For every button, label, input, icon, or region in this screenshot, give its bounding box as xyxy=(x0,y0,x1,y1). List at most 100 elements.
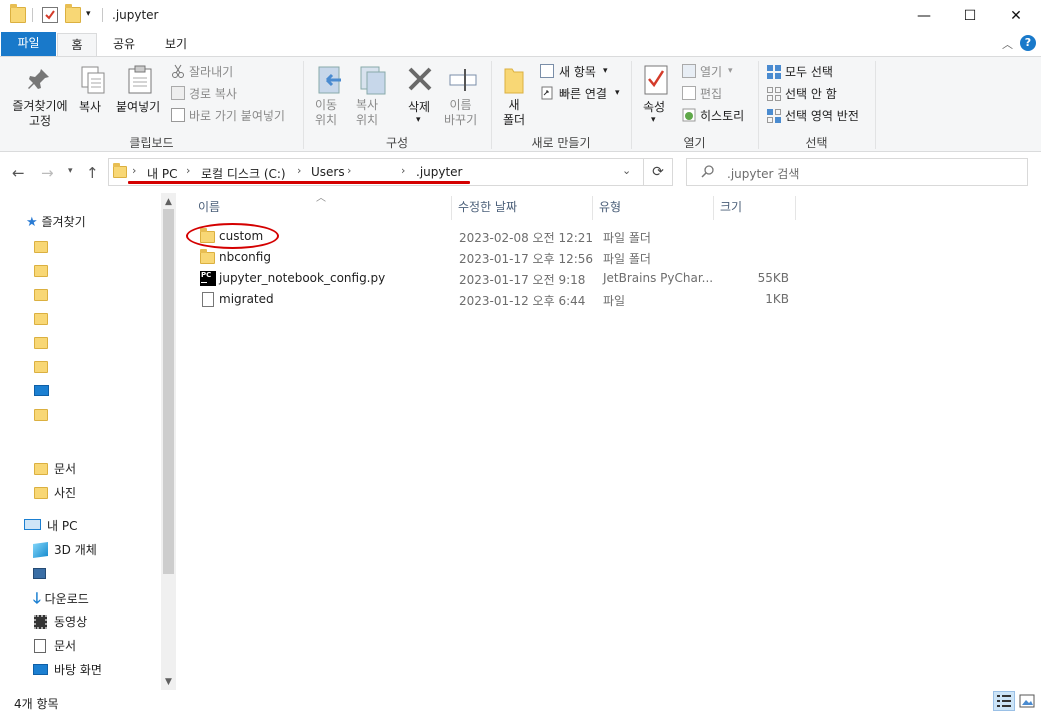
pin-quick-access-button[interactable]: 즐겨찾기에 고정 xyxy=(9,99,71,129)
file-row-custom[interactable]: custom 2023-02-08 오전 12:21 파일 폴더 xyxy=(192,226,792,247)
tab-home[interactable]: 홈 xyxy=(57,33,97,58)
edit-button[interactable]: 편집 xyxy=(700,85,722,102)
nav-pinned-folder[interactable] xyxy=(34,309,54,329)
back-button[interactable]: ← xyxy=(12,164,25,182)
file-row-nbconfig[interactable]: nbconfig 2023-01-17 오후 12:56 파일 폴더 xyxy=(192,247,792,268)
select-all-button[interactable]: 모두 선택 xyxy=(785,63,833,80)
nav-this-pc[interactable]: 내 PC xyxy=(24,516,77,536)
paste-shortcut-button[interactable]: 바로 가기 붙여넣기 xyxy=(189,107,285,124)
column-header-date[interactable]: 수정한 날짜 xyxy=(452,196,593,220)
new-folder-quick-icon[interactable] xyxy=(65,4,81,23)
open-dropdown-icon[interactable]: ▾ xyxy=(728,66,733,76)
help-button[interactable]: ? xyxy=(1020,35,1036,51)
nav-pinned-folder[interactable] xyxy=(34,285,54,305)
breadcrumb-jupyter[interactable]: .jupyter xyxy=(416,165,463,179)
chevron-right-icon[interactable]: › xyxy=(297,164,301,177)
breadcrumb-users[interactable]: Users xyxy=(311,165,345,179)
column-header-type[interactable]: 유형 xyxy=(593,196,714,220)
nav-pinned-folder[interactable] xyxy=(34,237,54,257)
copy-path-button[interactable]: 경로 복사 xyxy=(189,85,237,102)
select-none-button[interactable]: 선택 안 함 xyxy=(785,85,837,102)
nav-3d-objects[interactable]: 3D 개체 xyxy=(33,540,97,560)
folder-icon xyxy=(34,241,48,253)
search-placeholder: .jupyter 검색 xyxy=(727,167,800,181)
large-icons-view-button[interactable] xyxy=(1016,691,1038,711)
properties-dropdown-icon[interactable]: ▾ xyxy=(651,115,656,125)
up-button[interactable]: ↑ xyxy=(86,164,99,182)
film-icon xyxy=(34,615,47,629)
file-date: 2023-01-17 오전 9:18 xyxy=(459,273,586,287)
tab-view[interactable]: 보기 xyxy=(156,33,196,57)
chevron-right-icon[interactable]: › xyxy=(401,164,405,177)
history-button[interactable]: 히스토리 xyxy=(700,107,744,124)
nav-scrollbar[interactable]: ▲ ▼ xyxy=(161,193,176,690)
open-button[interactable]: 열기 xyxy=(700,63,722,80)
delete-button[interactable]: 삭제 xyxy=(408,98,430,115)
copy-button[interactable]: 복사 xyxy=(79,98,101,115)
folder-icon xyxy=(34,337,48,349)
properties-button[interactable]: 속성 xyxy=(643,98,665,115)
nav-pinned-folder[interactable] xyxy=(34,333,54,353)
nav-documents-pc[interactable]: 문서 xyxy=(33,636,76,656)
nav-pinned-desktop[interactable] xyxy=(34,381,54,401)
search-box[interactable]: .jupyter 검색 xyxy=(686,158,1028,186)
close-button[interactable]: ✕ xyxy=(993,0,1039,31)
nav-quick-access[interactable]: ★ 즐겨찾기 xyxy=(26,212,86,232)
cut-button[interactable]: 잘라내기 xyxy=(189,63,233,80)
nav-downloads[interactable]: 🡓 다운로드 xyxy=(33,588,89,608)
breadcrumb-this-pc[interactable]: 내 PC xyxy=(147,165,177,182)
nav-pinned-folder[interactable] xyxy=(34,405,54,425)
customize-quick-access-icon[interactable]: ▾ xyxy=(86,9,91,19)
history-icon xyxy=(682,108,696,122)
move-to-icon xyxy=(315,65,345,98)
address-dropdown-icon[interactable]: ⌄ xyxy=(622,164,631,177)
nav-videos[interactable]: 동영상 xyxy=(33,612,87,632)
easy-access-dropdown-icon[interactable]: ▾ xyxy=(615,88,620,98)
column-header-size[interactable]: 크기 xyxy=(714,196,796,220)
ribbon: 즐겨찾기에 고정 복사 붙여넣기 잘라내기 경로 복사 바로 가기 붙여넣기 클… xyxy=(0,56,1041,152)
nav-pinned-folder[interactable] xyxy=(34,261,54,281)
recent-locations-dropdown-icon[interactable]: ▾ xyxy=(68,166,73,176)
chevron-right-icon[interactable]: › xyxy=(186,164,190,177)
tab-share[interactable]: 공유 xyxy=(104,33,144,57)
scissors-icon xyxy=(171,64,185,78)
star-icon: ★ xyxy=(26,215,38,230)
folder-icon xyxy=(200,249,215,264)
collapse-ribbon-icon[interactable]: ︿ xyxy=(1002,36,1013,52)
tab-file[interactable]: 파일 xyxy=(1,32,56,56)
pin-label-line2: 고정 xyxy=(28,114,52,128)
nav-pictures[interactable]: 사진 xyxy=(34,483,76,503)
nav-drive[interactable] xyxy=(33,564,93,584)
file-row-migrated[interactable]: migrated 2023-01-12 오후 6:44 파일 1KB xyxy=(192,289,792,310)
new-item-dropdown-icon[interactable]: ▾ xyxy=(603,66,608,76)
delete-dropdown-icon[interactable]: ▾ xyxy=(416,115,421,125)
folder-icon xyxy=(34,289,48,301)
new-folder-button[interactable]: 새 폴더 xyxy=(503,98,525,128)
new-item-button[interactable]: 새 항목 xyxy=(559,63,596,80)
scroll-down-arrow-icon[interactable]: ▼ xyxy=(161,677,176,687)
breadcrumb-local-disk[interactable]: 로컬 디스크 (C:) xyxy=(201,165,286,182)
minimize-button[interactable]: — xyxy=(901,0,947,31)
nav-pinned-folder[interactable] xyxy=(34,357,54,377)
scroll-up-arrow-icon[interactable]: ▲ xyxy=(161,197,176,207)
refresh-button[interactable]: ⟳ xyxy=(644,158,673,186)
chevron-right-icon[interactable]: › xyxy=(347,164,351,177)
column-header-name[interactable]: 이름 xyxy=(192,196,452,220)
maximize-button[interactable]: ☐ xyxy=(947,0,993,31)
paste-button[interactable]: 붙여넣기 xyxy=(116,98,160,115)
scrollbar-thumb[interactable] xyxy=(163,209,174,574)
nav-documents[interactable]: 문서 xyxy=(34,459,76,479)
move-to-button[interactable]: 이동 위치 xyxy=(315,98,337,128)
rename-icon xyxy=(448,67,478,96)
copy-to-button[interactable]: 복사 위치 xyxy=(356,98,378,128)
rename-button[interactable]: 이름 바꾸기 xyxy=(444,98,477,128)
file-row-config-py[interactable]: PC jupyter_notebook_config.py 2023-01-17… xyxy=(192,268,792,289)
forward-button[interactable]: → xyxy=(41,164,54,182)
invert-selection-button[interactable]: 선택 영역 반전 xyxy=(785,107,859,124)
properties-quick-icon[interactable] xyxy=(42,7,58,23)
chevron-right-icon[interactable]: › xyxy=(132,164,136,177)
details-view-button[interactable] xyxy=(993,691,1015,711)
easy-access-button[interactable]: 빠른 연결 xyxy=(559,85,607,102)
nav-desktop[interactable]: 바탕 화면 xyxy=(33,660,102,680)
file-type: JetBrains PyChar... xyxy=(603,271,714,285)
